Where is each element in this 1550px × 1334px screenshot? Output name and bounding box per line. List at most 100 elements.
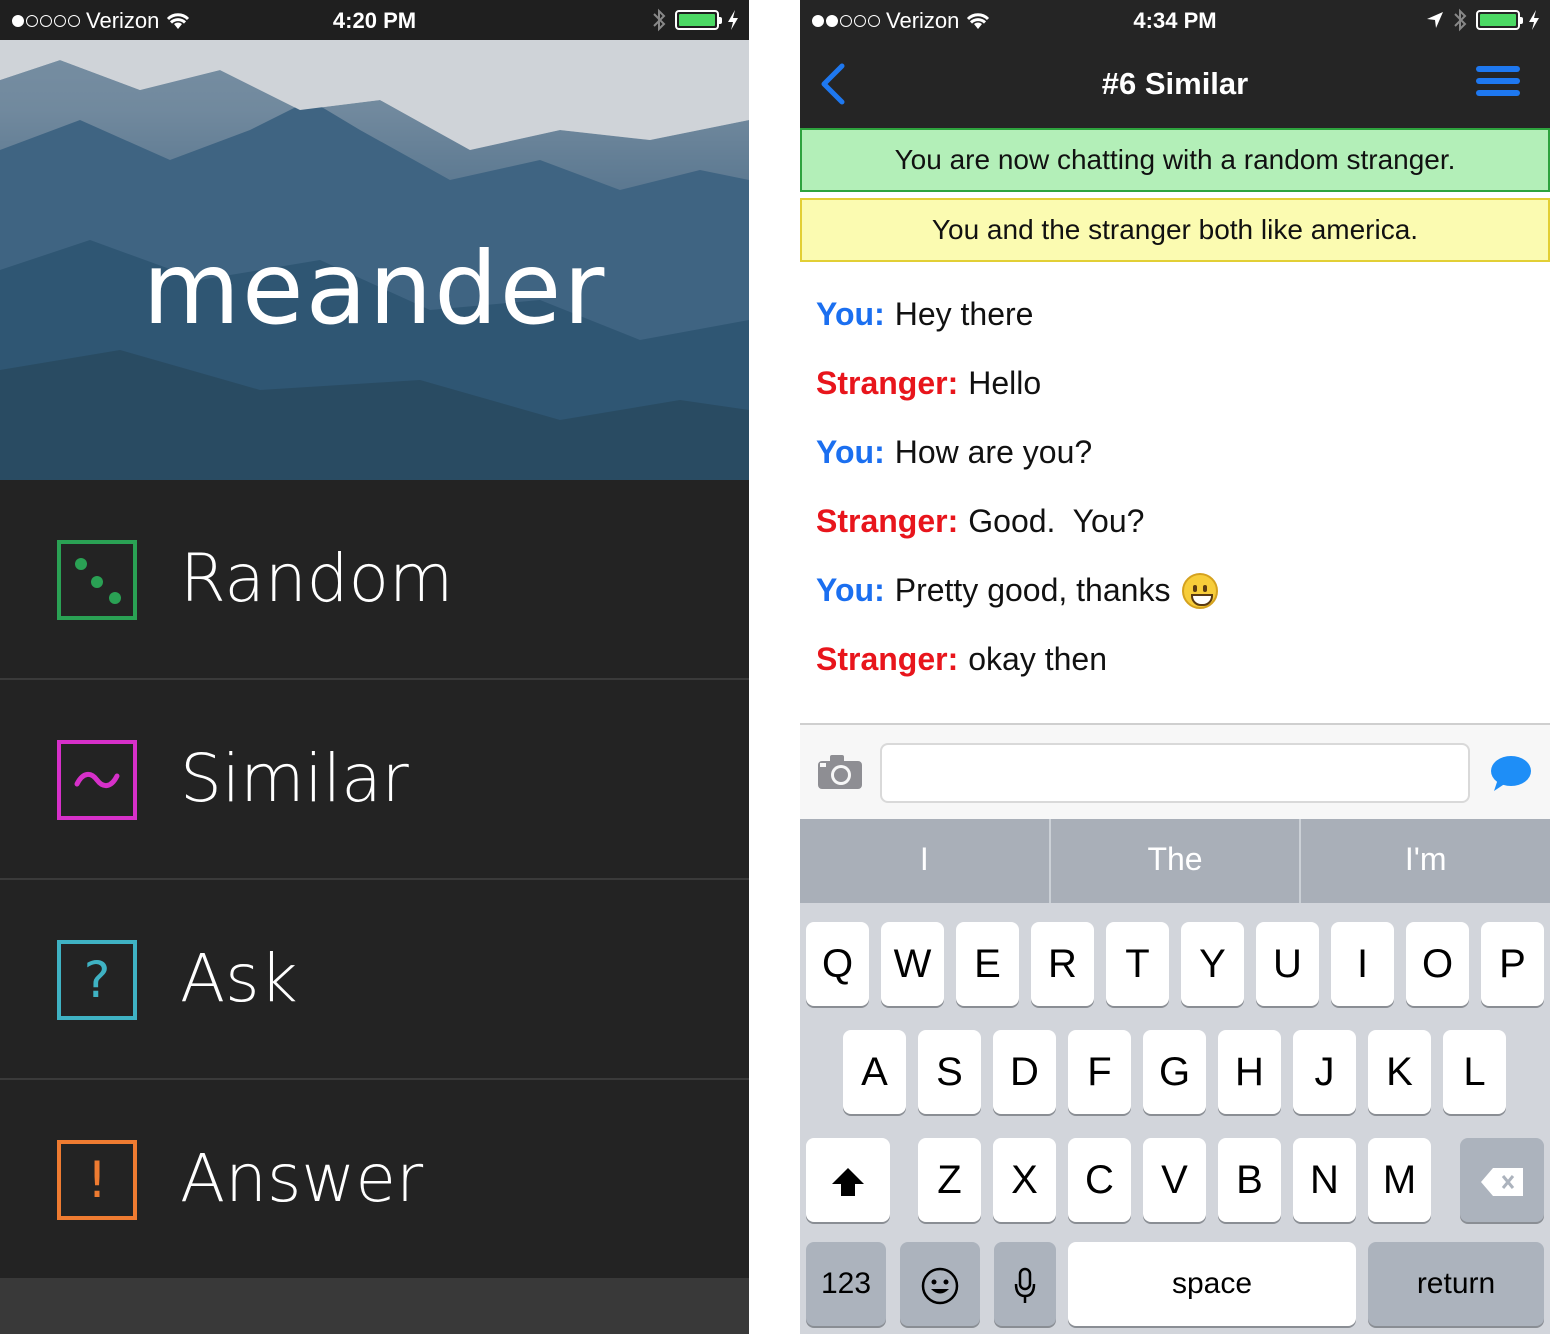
sender-label: Stranger:: [816, 641, 959, 677]
return-key[interactable]: return: [1368, 1242, 1544, 1326]
key-j[interactable]: J: [1293, 1030, 1356, 1114]
nav-bar: #6 Similar: [800, 40, 1550, 128]
battery-icon: [675, 10, 722, 30]
key-d[interactable]: D: [993, 1030, 1056, 1114]
microphone-icon: [1014, 1268, 1036, 1304]
key-m[interactable]: M: [1368, 1138, 1431, 1222]
key-v[interactable]: V: [1143, 1138, 1206, 1222]
dictation-key[interactable]: [994, 1242, 1056, 1326]
message-text: Hey there: [894, 296, 1034, 332]
key-n[interactable]: N: [1293, 1138, 1356, 1222]
key-l[interactable]: L: [1443, 1030, 1506, 1114]
menu-similar[interactable]: Similar: [0, 680, 749, 880]
key-x[interactable]: X: [993, 1138, 1056, 1222]
menu-random[interactable]: Random: [0, 480, 749, 680]
status-indicators: [1426, 8, 1540, 32]
message-text: How are you?: [894, 434, 1093, 470]
message-text: Good. You?: [968, 503, 1145, 539]
status-bar: Verizon 4:20 PM: [0, 0, 749, 40]
smiley-icon: [921, 1268, 959, 1305]
connected-banner: You are now chatting with a random stran…: [800, 128, 1550, 192]
battery-icon: [1476, 10, 1523, 30]
prediction-2[interactable]: The: [1051, 819, 1302, 903]
message-text: okay then: [968, 641, 1108, 677]
message-row: You: How are you?: [816, 418, 1536, 487]
bluetooth-icon: [653, 8, 666, 32]
sender-label: You:: [816, 572, 885, 608]
chat-title: #6 Similar: [1101, 66, 1249, 101]
hero-banner: meander: [0, 40, 749, 480]
numbers-key[interactable]: 123: [806, 1242, 886, 1326]
key-y[interactable]: Y: [1181, 922, 1244, 1006]
key-a[interactable]: A: [843, 1030, 906, 1114]
hamburger-menu-icon[interactable]: [1476, 66, 1520, 100]
app-logo-text: meander: [142, 230, 607, 347]
key-r[interactable]: R: [1031, 922, 1094, 1006]
common-interest-banner: You and the stranger both like america.: [800, 198, 1550, 262]
sender-label: Stranger:: [816, 365, 959, 401]
charging-icon: [1529, 10, 1539, 30]
key-t[interactable]: T: [1106, 922, 1169, 1006]
status-bar: Verizon 4:34 PM: [800, 0, 1550, 40]
status-time: 4:20 PM: [332, 8, 417, 33]
key-e[interactable]: E: [956, 922, 1019, 1006]
menu-ask[interactable]: ? Ask: [0, 880, 749, 1080]
message-list: You: Hey there Stranger: Hello You: How …: [816, 280, 1536, 694]
menu-random-label: Random: [180, 540, 454, 617]
key-k[interactable]: K: [1368, 1030, 1431, 1114]
message-row: Stranger: Hello: [816, 349, 1536, 418]
bluetooth-icon: [1454, 8, 1467, 32]
status-indicators: [651, 8, 739, 32]
message-row: Stranger: Good. You?: [816, 487, 1536, 556]
meander-home-screen: Verizon 4:20 PM meander Random Similar ?…: [0, 0, 749, 1334]
shift-key[interactable]: [806, 1138, 890, 1222]
send-bubble-icon[interactable]: [1488, 753, 1532, 793]
camera-icon[interactable]: [816, 753, 864, 791]
sender-label: You:: [816, 434, 885, 470]
key-w[interactable]: W: [881, 922, 944, 1006]
dice-icon: [57, 540, 137, 620]
backspace-icon: [1481, 1168, 1523, 1197]
prediction-3[interactable]: I'm: [1301, 819, 1550, 903]
chat-screen: Verizon 4:34 PM #6 Similar You are now c…: [800, 0, 1550, 1334]
message-row: You: Pretty good, thanks: [816, 556, 1536, 625]
exclamation-icon: !: [57, 1140, 137, 1220]
key-c[interactable]: C: [1068, 1138, 1131, 1222]
key-u[interactable]: U: [1256, 922, 1319, 1006]
key-i[interactable]: I: [1331, 922, 1394, 1006]
message-row: You: Hey there: [816, 280, 1536, 349]
message-text: Hello: [968, 365, 1042, 401]
key-g[interactable]: G: [1143, 1030, 1206, 1114]
key-q[interactable]: Q: [806, 922, 869, 1006]
key-f[interactable]: F: [1068, 1030, 1131, 1114]
key-z[interactable]: Z: [918, 1138, 981, 1222]
menu-answer-label: Answer: [180, 1140, 424, 1217]
keyboard: Q W E R T Y U I O P A S D F G H J K L Z …: [800, 903, 1550, 1334]
location-icon: [1427, 12, 1443, 28]
key-s[interactable]: S: [918, 1030, 981, 1114]
question-icon: ?: [57, 940, 137, 1020]
key-p[interactable]: P: [1481, 922, 1544, 1006]
sender-label: Stranger:: [816, 503, 959, 539]
key-b[interactable]: B: [1218, 1138, 1281, 1222]
menu-ask-label: Ask: [180, 940, 298, 1017]
message-text: Pretty good, thanks: [894, 572, 1171, 608]
space-key[interactable]: space: [1068, 1242, 1356, 1326]
menu-similar-label: Similar: [180, 740, 409, 817]
key-o[interactable]: O: [1406, 922, 1469, 1006]
tilde-icon: [57, 740, 137, 820]
menu-answer[interactable]: ! Answer: [0, 1080, 749, 1280]
composer-bar: [800, 723, 1550, 819]
predictive-bar: I The I'm: [800, 819, 1550, 903]
bottom-bar: [0, 1278, 749, 1334]
message-input[interactable]: [880, 743, 1470, 803]
sender-label: You:: [816, 296, 885, 332]
shift-arrow-icon: [832, 1168, 864, 1197]
charging-icon: [728, 10, 738, 30]
grinning-emoji-icon: [1182, 572, 1219, 609]
key-h[interactable]: H: [1218, 1030, 1281, 1114]
emoji-key[interactable]: [900, 1242, 980, 1326]
message-row: Stranger: okay then: [816, 625, 1536, 694]
prediction-1[interactable]: I: [800, 819, 1051, 903]
delete-key[interactable]: [1460, 1138, 1544, 1222]
